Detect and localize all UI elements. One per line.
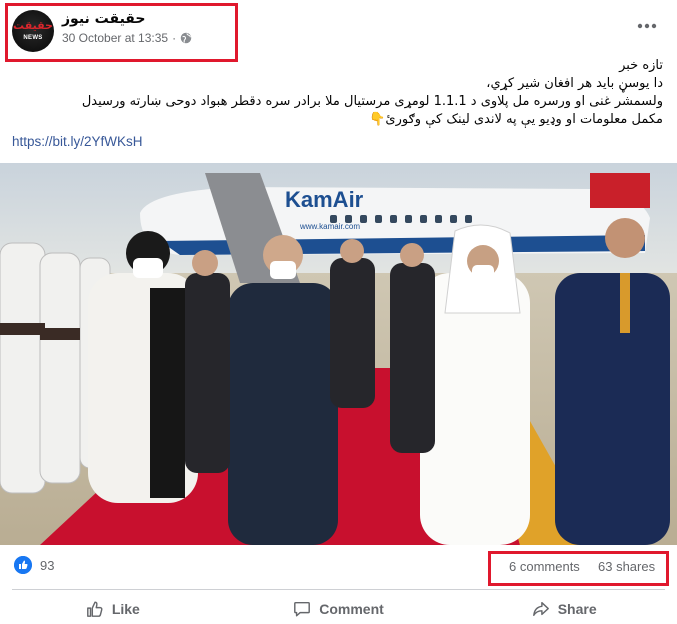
share-button[interactable]: Share — [451, 593, 677, 624]
share-icon — [532, 601, 549, 616]
photo-scene: KamAir www.kamair.com — [0, 163, 677, 545]
share-count[interactable]: 63 shares — [598, 559, 655, 574]
post-text-line: ولسمشر غنی او ورسره مل پلاوی د 1.1.1 لوم… — [81, 94, 663, 109]
aircraft-logo: KamAir — [285, 187, 364, 212]
stats-divider — [12, 589, 665, 590]
post-link[interactable]: https://bit.ly/2YfWKsH — [12, 134, 143, 149]
aircraft-url: www.kamair.com — [299, 222, 360, 231]
post-text: تازه خبر دا یوسڼ باید هر افغان شیر کړي، … — [12, 57, 663, 129]
comment-button[interactable]: Comment — [226, 593, 452, 624]
post-stats: 93 6 comments 63 shares — [0, 549, 677, 586]
thumbs-up-icon — [86, 601, 103, 617]
post-actions: Like Comment Share — [0, 593, 677, 624]
highlight-box-header — [5, 3, 238, 62]
more-options-icon[interactable] — [635, 18, 659, 34]
share-label: Share — [557, 600, 597, 617]
like-button[interactable]: Like — [0, 593, 226, 624]
post-text-line: دا یوسڼ باید هر افغان شیر کړي، — [486, 76, 663, 91]
comment-icon — [294, 601, 311, 616]
comment-label: Comment — [319, 600, 384, 617]
post-text-line: تازه خبر — [619, 58, 663, 73]
facebook-post: حقيقت NEWS حقیقت نیوز 30 October at 13:3… — [0, 0, 677, 624]
like-reaction-icon[interactable] — [14, 556, 32, 574]
reaction-count[interactable]: 93 — [40, 558, 54, 573]
post-photo[interactable]: KamAir www.kamair.com — [0, 163, 677, 545]
comment-count[interactable]: 6 comments — [509, 559, 580, 574]
like-label: Like — [111, 600, 140, 617]
post-text-line: مکمل معلومات او وډیو یې په لاندی لینک کې… — [369, 112, 663, 127]
